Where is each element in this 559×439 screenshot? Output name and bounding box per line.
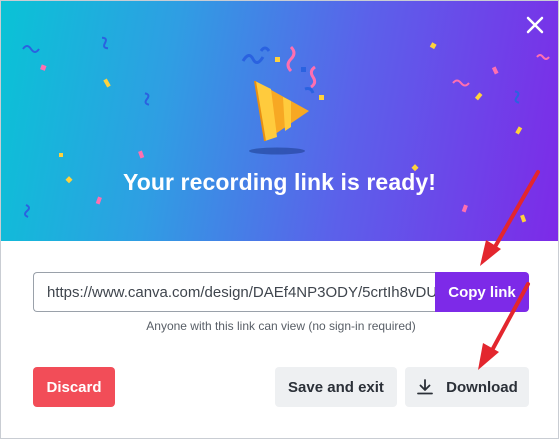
share-link-url: https://www.canva.com/design/DAEf4NP3ODY… [47, 284, 435, 301]
save-and-exit-button[interactable]: Save and exit [275, 367, 397, 407]
download-icon [417, 379, 434, 395]
share-link-row: https://www.canva.com/design/DAEf4NP3ODY… [33, 272, 529, 312]
link-visibility-hint: Anyone with this link can view (no sign-… [146, 319, 416, 333]
download-label: Download [446, 378, 518, 396]
party-popper-icon [241, 45, 324, 155]
celebration-banner: Your recording link is ready! [1, 1, 558, 241]
discard-button[interactable]: Discard [33, 367, 115, 407]
banner-title: Your recording link is ready! [122, 169, 437, 195]
download-button[interactable]: Download [405, 367, 529, 407]
recording-link-dialog: Your recording link is ready! https://ww… [0, 0, 559, 439]
close-icon[interactable] [519, 9, 551, 41]
copy-link-button[interactable]: Copy link [435, 272, 529, 312]
share-link-field[interactable]: https://www.canva.com/design/DAEf4NP3ODY… [33, 272, 435, 312]
